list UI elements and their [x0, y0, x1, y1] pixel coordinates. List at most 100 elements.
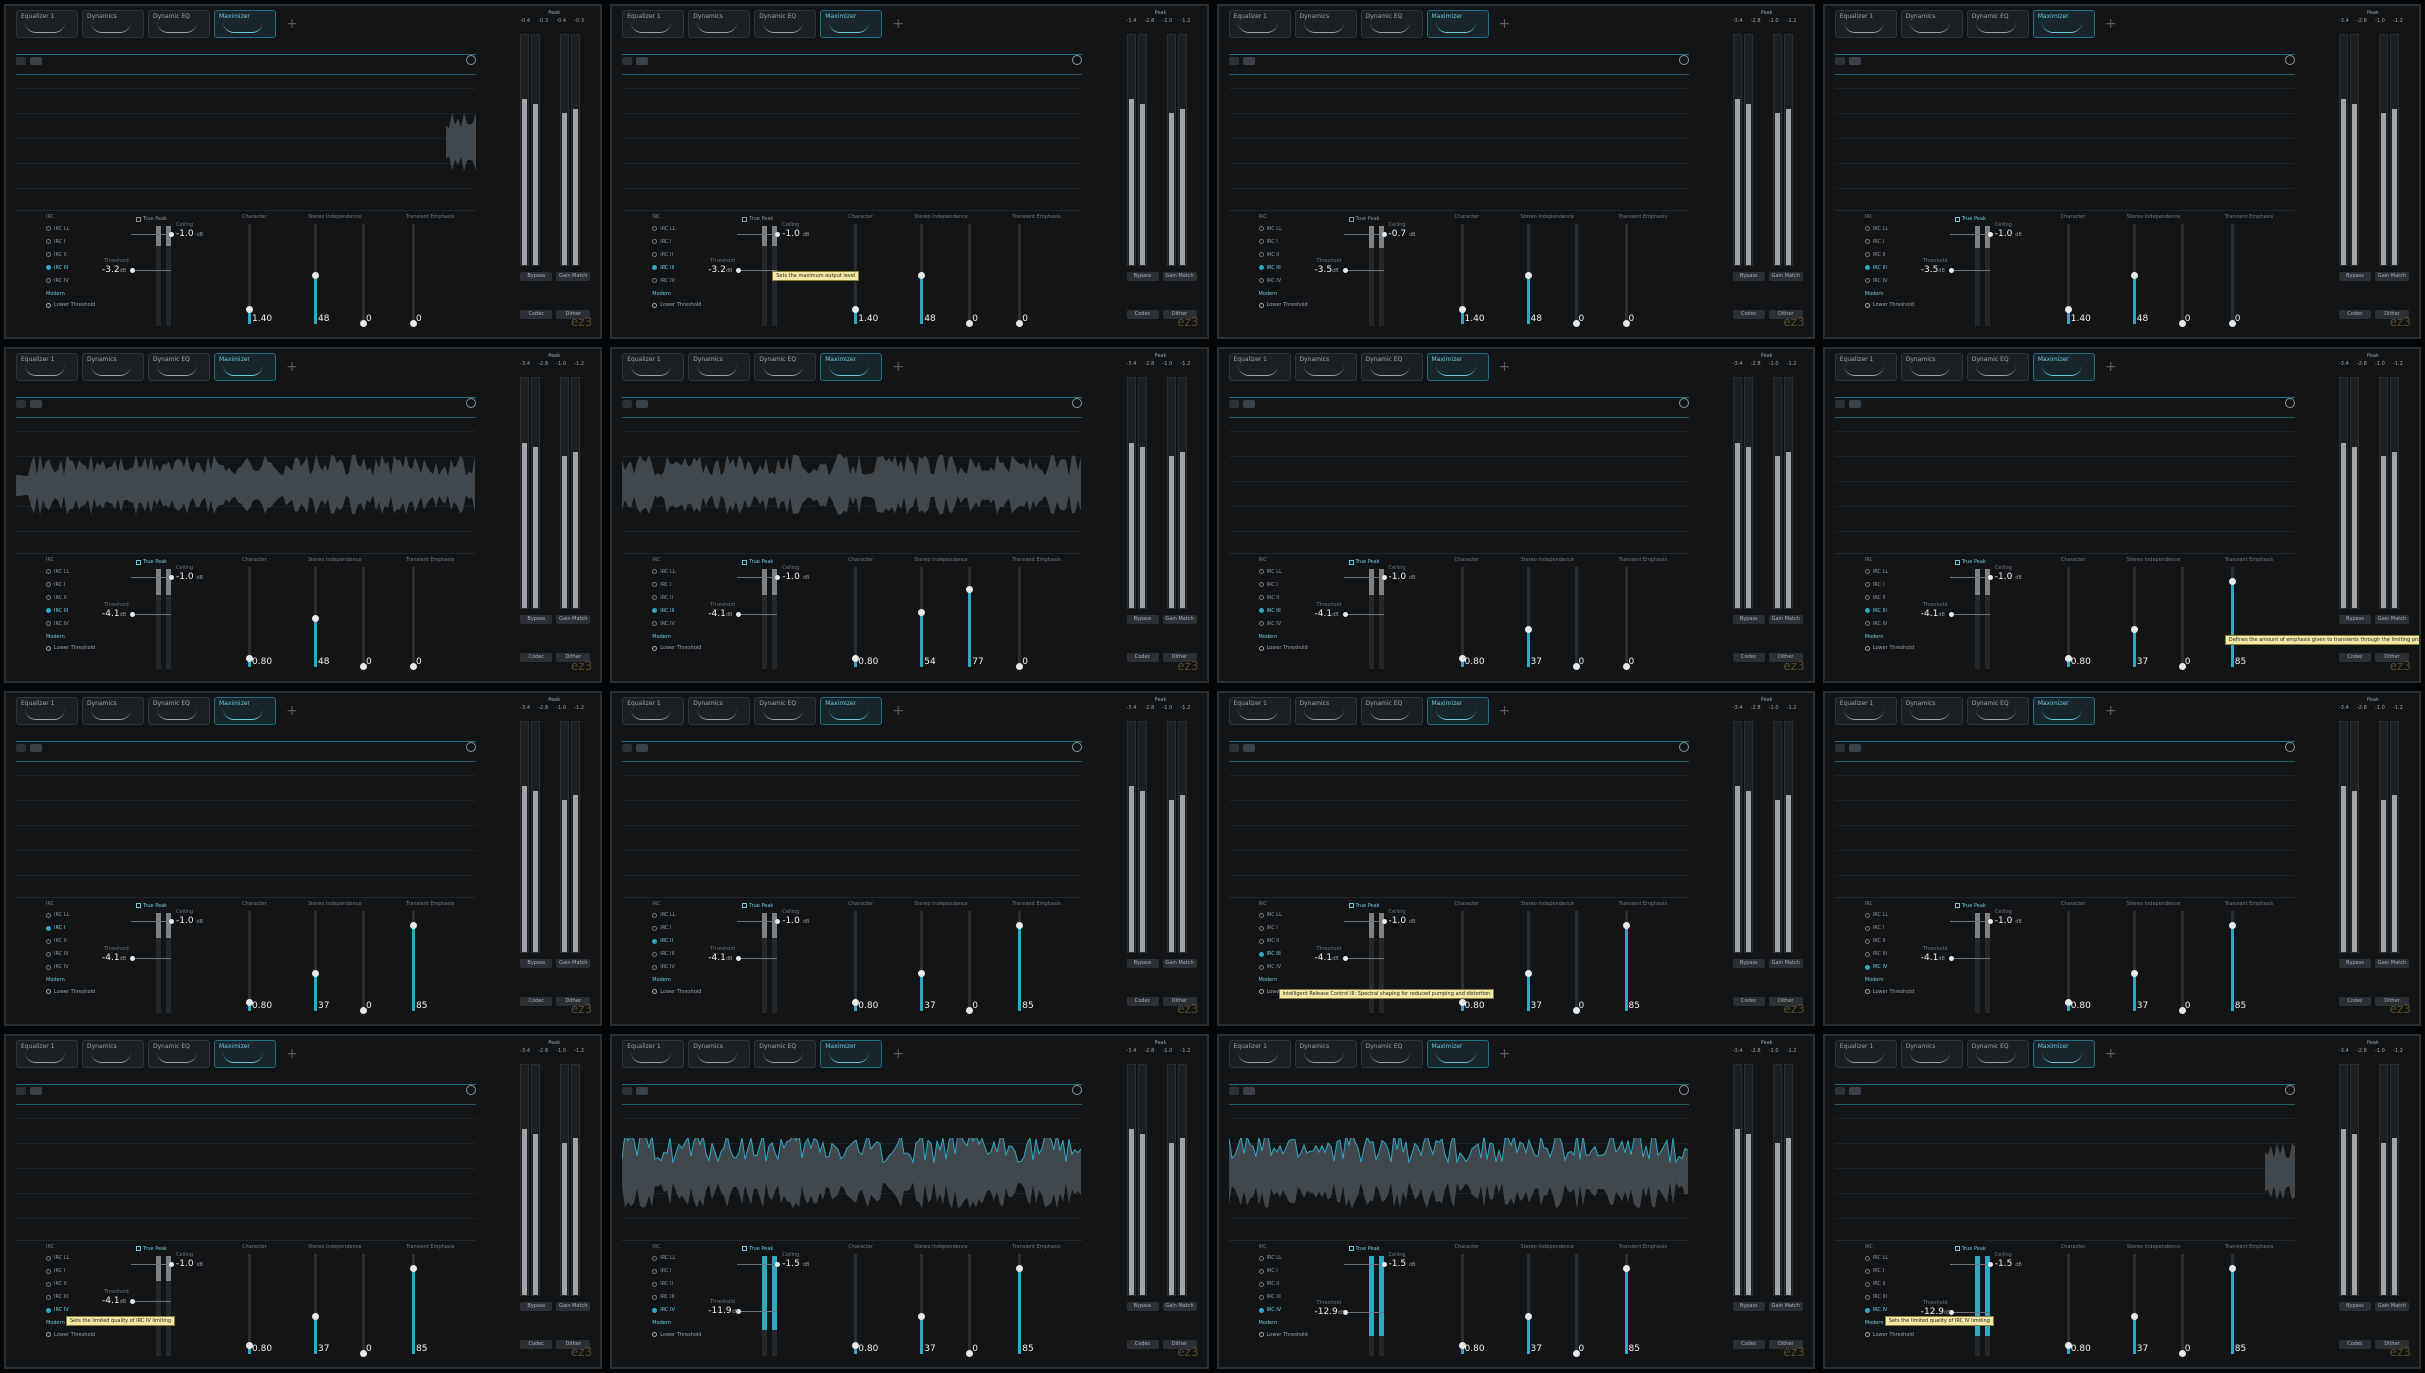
- tab-maximizer[interactable]: Maximizer: [2032, 353, 2095, 382]
- tab-dynamic-eq[interactable]: Dynamic EQ: [1360, 1039, 1423, 1068]
- ceiling-handle[interactable]: [775, 1261, 781, 1267]
- stereo-independence-value[interactable]: 37: [1531, 1001, 1542, 1011]
- ceiling-handle-line[interactable]: [131, 920, 171, 922]
- irc-mode-option[interactable]: IRC LL: [652, 222, 676, 235]
- collapse-icon[interactable]: [1834, 400, 1845, 409]
- codec-button[interactable]: Codec: [520, 996, 553, 1006]
- gain-match-button[interactable]: Gain Match: [1768, 615, 1803, 625]
- tab-maximizer[interactable]: Maximizer: [1426, 353, 1489, 382]
- codec-button[interactable]: Codec: [1126, 310, 1159, 319]
- gain-match-button[interactable]: Gain Match: [2375, 272, 2409, 281]
- gear-icon[interactable]: [1072, 1084, 1083, 1095]
- lower-threshold-toggle[interactable]: Lower Threshold: [652, 989, 701, 995]
- irc-mode-option[interactable]: IRC II: [1258, 591, 1282, 604]
- ceiling-value[interactable]: -0.7 dB: [1389, 229, 1416, 239]
- threshold-value[interactable]: -4.1dB: [708, 953, 732, 963]
- stereo-independence-slider[interactable]: [918, 910, 926, 1011]
- tab-dynamics[interactable]: Dynamics: [82, 696, 144, 725]
- character-value[interactable]: 0.80: [858, 1344, 878, 1354]
- threshold-value[interactable]: -4.1dB: [1921, 953, 1945, 963]
- add-module-button[interactable]: +: [280, 697, 304, 725]
- irc-mode-option[interactable]: IRC II: [652, 1278, 675, 1291]
- bypass-button[interactable]: Bypass: [1126, 1301, 1159, 1311]
- style-dropdown[interactable]: Modern: [1259, 974, 1282, 987]
- character-slider[interactable]: [246, 1253, 253, 1354]
- threshold-value[interactable]: -4.1dB: [1315, 953, 1339, 963]
- display-mode-button[interactable]: [636, 400, 649, 409]
- bypass-button[interactable]: Bypass: [1732, 958, 1765, 968]
- tab-maximizer[interactable]: Maximizer: [2032, 696, 2095, 725]
- irc-mode-option[interactable]: IRC LL: [652, 1252, 676, 1265]
- tab-equalizer-1[interactable]: Equalizer 1: [622, 353, 685, 382]
- irc-mode-option[interactable]: IRC III: [1258, 604, 1282, 617]
- tab-dynamic-eq[interactable]: Dynamic EQ: [148, 1039, 210, 1068]
- irc-mode-option[interactable]: IRC I: [1864, 578, 1888, 591]
- ceiling-handle[interactable]: [169, 232, 174, 237]
- transient-amount-value[interactable]: 85: [1629, 1344, 1640, 1354]
- codec-button[interactable]: Codec: [1732, 653, 1765, 663]
- threshold-handle[interactable]: [1948, 955, 1954, 961]
- collapse-icon[interactable]: [16, 1086, 26, 1095]
- ceiling-value[interactable]: -1.0 dB: [176, 916, 203, 926]
- ceiling-handle[interactable]: [1381, 575, 1387, 581]
- character-value[interactable]: 1.40: [252, 314, 272, 324]
- display-mode-button[interactable]: [1848, 57, 1861, 65]
- lower-threshold-toggle[interactable]: Lower Threshold: [1864, 989, 1914, 995]
- tab-maximizer[interactable]: Maximizer: [214, 353, 276, 382]
- irc-mode-option[interactable]: IRC IV: [1864, 617, 1888, 630]
- tab-equalizer-1[interactable]: Equalizer 1: [1228, 10, 1291, 38]
- irc-mode-option[interactable]: IRC LL: [1258, 1252, 1282, 1265]
- irc-mode-option[interactable]: IRC LL: [46, 909, 69, 922]
- stereo-independence-knob[interactable]: [918, 609, 926, 617]
- gear-icon[interactable]: [1678, 1084, 1689, 1095]
- irc-mode-option[interactable]: IRC I: [652, 235, 675, 248]
- transient-amount-value[interactable]: 0: [416, 657, 422, 667]
- transient-amount-value[interactable]: 85: [2235, 1344, 2246, 1354]
- threshold-handle[interactable]: [130, 268, 135, 273]
- tab-maximizer[interactable]: Maximizer: [1426, 1039, 1489, 1068]
- gain-match-button[interactable]: Gain Match: [2375, 615, 2409, 625]
- transient-amount-value[interactable]: 0: [2235, 314, 2241, 324]
- irc-mode-option[interactable]: IRC III: [652, 604, 675, 617]
- ceiling-handle[interactable]: [1987, 232, 1993, 237]
- style-dropdown[interactable]: Modern: [1865, 974, 1888, 987]
- transient-amount-slider[interactable]: [410, 910, 417, 1011]
- threshold-value[interactable]: -4.1dB: [708, 609, 732, 619]
- irc-mode-option[interactable]: IRC LL: [46, 565, 69, 578]
- gain-match-button[interactable]: Gain Match: [556, 1301, 591, 1311]
- tab-equalizer-1[interactable]: Equalizer 1: [16, 696, 78, 725]
- stereo-independence-knob[interactable]: [1524, 1312, 1532, 1320]
- stereo-independence-slider[interactable]: [918, 224, 926, 324]
- stereo-amount-value[interactable]: 0: [972, 314, 978, 324]
- stereo-amount-value[interactable]: 0: [366, 1344, 372, 1354]
- irc-mode-option[interactable]: IRC II: [46, 1278, 69, 1291]
- display-mode-button[interactable]: [1242, 400, 1255, 409]
- irc-mode-option[interactable]: IRC II: [46, 591, 69, 604]
- transient-amount-value[interactable]: 0: [1022, 657, 1028, 667]
- stereo-amount-value[interactable]: 0: [1579, 657, 1585, 667]
- irc-mode-option[interactable]: IRC III: [1258, 948, 1282, 961]
- transient-amount-slider[interactable]: [410, 567, 417, 671]
- stereo-amount-slider[interactable]: [2178, 224, 2186, 327]
- tab-dynamics[interactable]: Dynamics: [1294, 1039, 1357, 1068]
- tab-dynamic-eq[interactable]: Dynamic EQ: [754, 10, 817, 38]
- gear-icon[interactable]: [1072, 398, 1083, 409]
- display-mode-button[interactable]: [30, 400, 42, 409]
- irc-mode-option[interactable]: IRC LL: [1864, 565, 1888, 578]
- irc-mode-option[interactable]: IRC LL: [1258, 222, 1282, 235]
- character-value[interactable]: 0.80: [858, 657, 878, 667]
- tab-equalizer-1[interactable]: Equalizer 1: [622, 696, 685, 725]
- tab-dynamics[interactable]: Dynamics: [1294, 353, 1357, 382]
- threshold-handle-line[interactable]: [1343, 614, 1384, 616]
- stereo-amount-value[interactable]: 0: [366, 657, 372, 667]
- threshold-value[interactable]: -3.5dB: [1921, 265, 1945, 275]
- bypass-button[interactable]: Bypass: [520, 1301, 553, 1311]
- character-value[interactable]: 0.80: [2071, 1001, 2091, 1011]
- ceiling-handle[interactable]: [775, 575, 781, 581]
- stereo-amount-slider[interactable]: [1572, 1253, 1580, 1357]
- stereo-independence-value[interactable]: 48: [924, 314, 935, 324]
- stereo-amount-value[interactable]: 0: [2185, 314, 2191, 324]
- display-mode-button[interactable]: [30, 57, 42, 65]
- display-mode-button[interactable]: [30, 743, 42, 752]
- irc-mode-option[interactable]: IRC I: [46, 578, 69, 591]
